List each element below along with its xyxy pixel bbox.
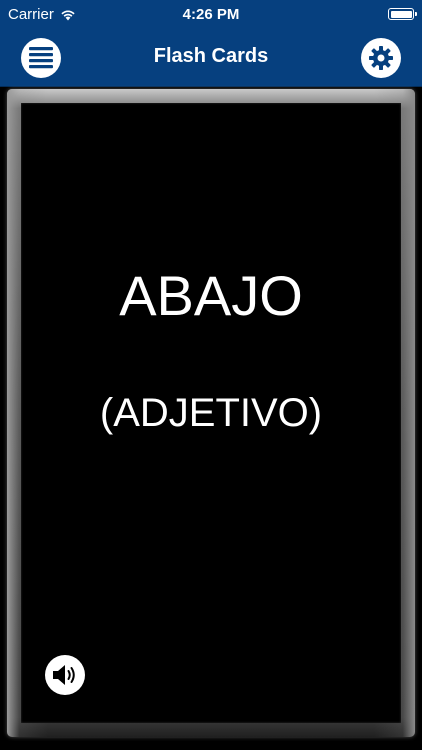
card-word: ABAJO [119,264,303,327]
page-title: Flash Cards [153,45,269,67]
status-time: 4:26 PM [182,6,240,23]
battery-level [390,10,412,18]
nav-bar: Flash Cards [0,30,422,87]
status-bar: Carrier 4:26 PM [0,0,422,30]
speaker-button[interactable] [45,655,85,695]
card-part-of-speech: (ADJETIVO) [99,391,323,435]
speaker-icon [53,665,75,685]
gear-icon [369,46,393,70]
battery-icon [388,8,417,20]
flash-card-frame: ABAJO (ADJETIVO) [7,89,415,737]
flash-card[interactable]: ABAJO (ADJETIVO) [21,103,401,723]
settings-button[interactable] [361,38,401,78]
battery-nub [415,12,417,16]
